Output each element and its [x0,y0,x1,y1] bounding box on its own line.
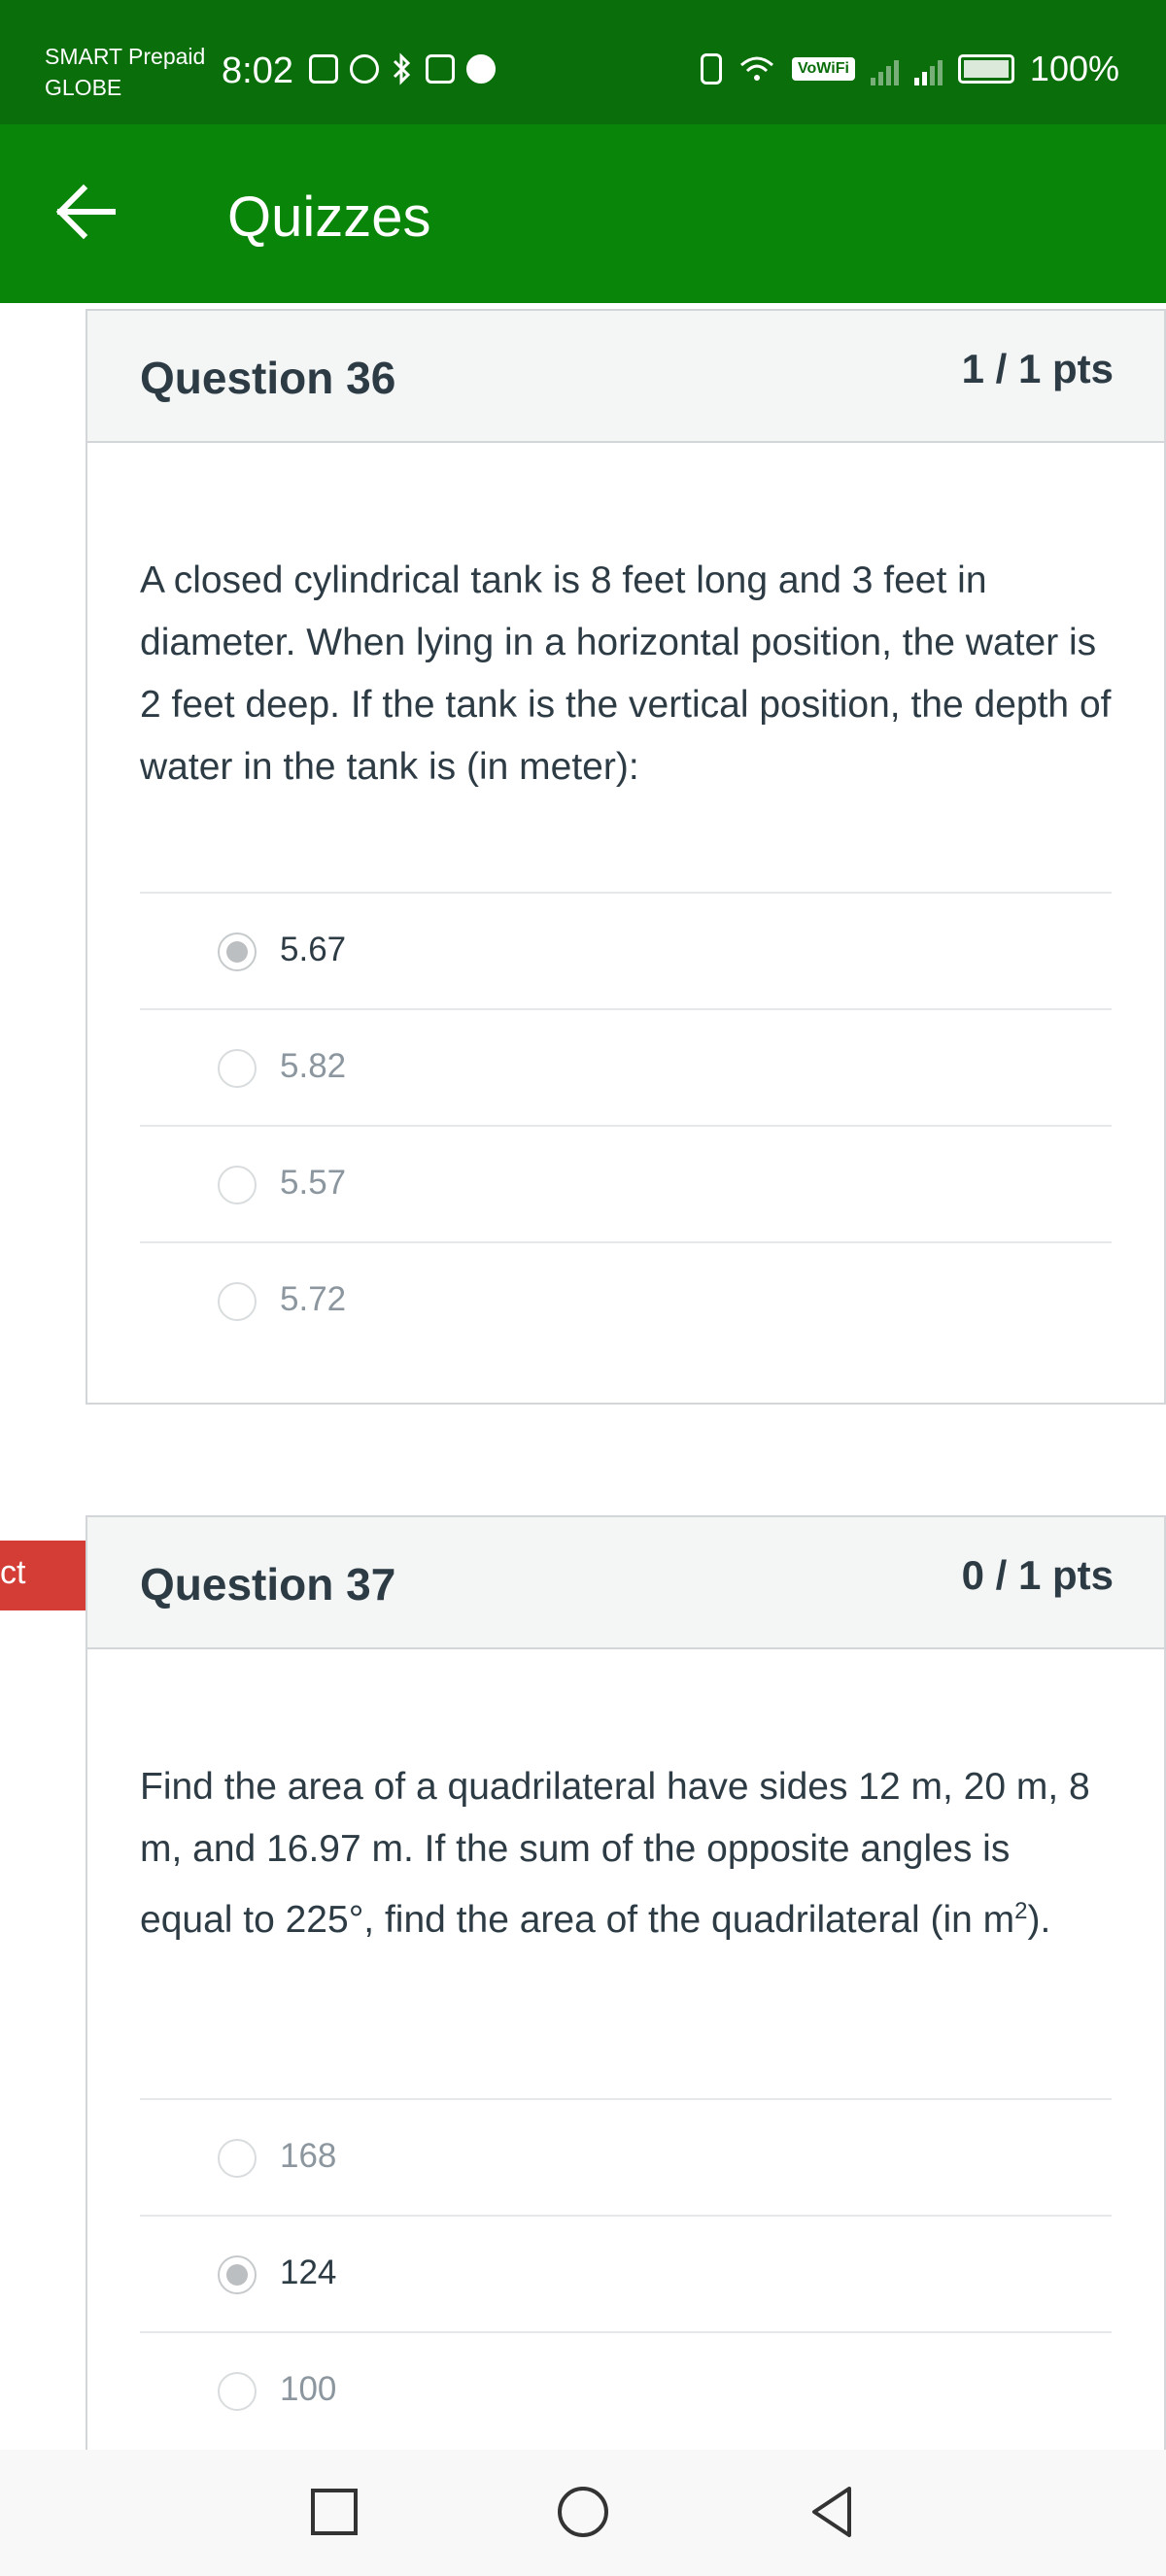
signal-icon-1 [870,52,899,85]
question-header: Question 36 1 / 1 pts [87,311,1164,443]
incorrect-tag-text: ct [0,1554,26,1591]
system-nav-bar [0,2450,1166,2576]
carrier-line-2: GLOBE [45,75,122,100]
radio-selected-icon[interactable] [218,932,257,971]
carrier-line-1: SMART Prepaid [45,44,206,69]
answer-option[interactable]: 5.67 [140,892,1112,1008]
question-text: Find the area of a quadrilateral have si… [140,1756,1112,1951]
radio-selected-icon[interactable] [218,2255,257,2294]
battery-icon [957,54,1014,84]
answer-list: 168 124 100 [140,2098,1112,2448]
answer-label: 5.72 [280,1280,347,1318]
notification-icons [309,52,496,85]
page-title: Quizzes [227,186,431,249]
app-bar: Quizzes [0,124,1166,303]
nfc-icon [309,54,338,84]
answer-label: 5.82 [280,1047,347,1085]
clock: 8:02 [222,51,293,91]
answer-option[interactable]: 5.82 [140,1008,1112,1125]
answer-option[interactable]: 168 [140,2098,1112,2215]
back-arrow-icon[interactable] [52,183,120,241]
bluetooth-icon [393,52,411,85]
answer-label: 100 [280,2370,337,2408]
answer-option[interactable]: 100 [140,2331,1112,2448]
question-text: A closed cylindrical tank is 8 feet long… [140,559,1112,788]
answer-list: 5.67 5.82 5.57 5.72 [140,892,1112,1358]
battery-percentage: 100% [1029,49,1119,88]
recent-apps-icon[interactable] [305,2483,363,2541]
instagram-icon [426,54,455,84]
sync-icon [350,54,379,84]
back-icon[interactable] [803,2483,861,2541]
answer-label: 5.67 [280,931,347,968]
radio-icon[interactable] [218,1166,257,1204]
radio-icon[interactable] [218,1282,257,1321]
answer-option[interactable]: 5.72 [140,1241,1112,1358]
question-title: Question 37 [140,1559,396,1610]
answer-option[interactable]: 124 [140,2215,1112,2331]
status-bar: SMART Prepaid GLOBE 8:02 VoWiFi 100% [0,0,1166,124]
question-text-end: ). [1027,1899,1051,1941]
question-card-37: Question 37 0 / 1 pts Find the area of a… [86,1515,1166,2487]
carrier-info: SMART Prepaid GLOBE [45,41,205,103]
question-title: Question 36 [140,353,396,403]
home-icon[interactable] [554,2483,612,2541]
question-text-main: Find the area of a quadrilateral have si… [140,1766,1090,1941]
radio-icon[interactable] [218,1049,257,1088]
wifi-icon [740,56,774,81]
superscript: 2 [1014,1898,1028,1924]
question-points: 1 / 1 pts [961,346,1114,391]
messenger-icon [466,54,496,84]
answer-label: 168 [280,2137,337,2175]
question-header: Question 37 0 / 1 pts [87,1517,1164,1649]
system-status-icons: VoWiFi 100% [701,49,1119,89]
vowifi-badge: VoWiFi [792,57,855,81]
radio-icon[interactable] [218,2139,257,2178]
signal-icon-2 [913,52,943,85]
vibrate-icon [701,53,723,85]
question-card-36: Question 36 1 / 1 pts A closed cylindric… [86,309,1166,1405]
answer-label: 5.57 [280,1164,347,1202]
answer-option[interactable]: 5.57 [140,1125,1112,1241]
radio-icon[interactable] [218,2372,257,2411]
question-points: 0 / 1 pts [961,1552,1114,1598]
answer-label: 124 [280,2254,337,2291]
